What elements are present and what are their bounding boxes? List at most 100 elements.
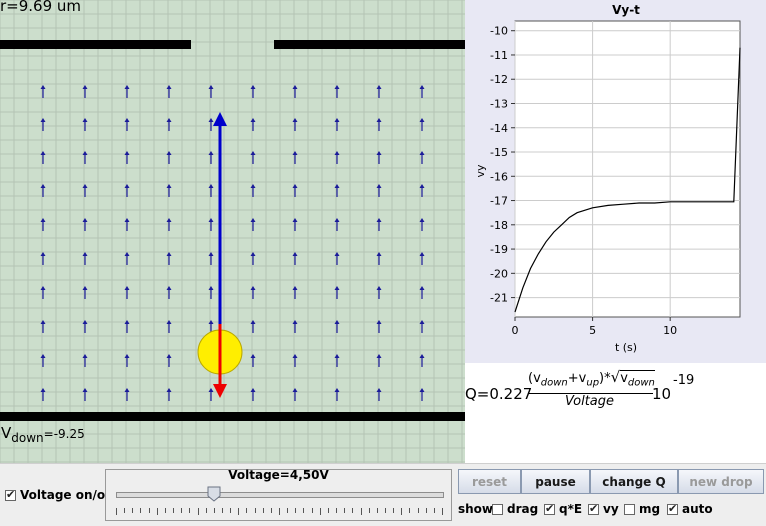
radius-readout: r=9.69 um: [0, 0, 82, 15]
qe-label: q*E: [559, 502, 583, 516]
top-plate-right: [274, 40, 465, 49]
vy-t-chart-panel: Vy-t 0 5 10 -10 -11 -12 -13 -14 -15 -16 -17 -18 -19 -…: [465, 0, 766, 363]
slider-tick: [352, 508, 354, 513]
plot-area: [514, 20, 741, 318]
slider-tick: [417, 508, 419, 513]
voltage-toggle-checkbox[interactable]: [5, 488, 16, 501]
slider-tick: [433, 508, 435, 513]
num-v-down: v: [533, 371, 541, 386]
voltage-slider-panel: Voltage=4,50V: [105, 468, 452, 521]
slider-tick: [319, 508, 321, 515]
slider-tick: [376, 508, 378, 513]
slider-thumb-shape: [207, 486, 221, 502]
slider-tick: [311, 508, 313, 513]
y-tick-label: -17: [490, 195, 508, 208]
vdown-readout: Vdown=-9.25: [1, 424, 85, 445]
y-tick-label: -15: [490, 146, 508, 159]
slider-tick: [336, 508, 338, 513]
voltage-toggle-label: Voltage on/off: [20, 488, 115, 502]
sqrt-body: vdown: [620, 370, 655, 389]
slider-tick: [327, 508, 329, 513]
y-tick-label: -10: [490, 25, 508, 38]
voltage-slider-label: Voltage=4,50V: [228, 468, 329, 482]
top-plate-left: [0, 40, 191, 49]
simulation-canvas[interactable]: [0, 0, 465, 463]
num-sub-up: up: [586, 377, 600, 389]
chart-title: Vy-t: [612, 3, 640, 17]
formula-denominator: Voltage: [565, 394, 615, 409]
slider-tick: [425, 508, 427, 513]
slider-tick: [303, 508, 305, 513]
y-tick-label: -21: [490, 292, 508, 305]
new-drop-button[interactable]: new drop: [678, 469, 764, 494]
option-qe[interactable]: q*E: [544, 502, 582, 516]
vdown-value: =-9.25: [43, 427, 85, 441]
formula-numerator: (vdown+vup)*√vdown: [528, 368, 655, 389]
y-tick-label: -18: [490, 219, 508, 232]
charge-formula: Q=0.227 (vdown+vup)*√vdown Voltage 10 -1…: [465, 363, 766, 463]
y-tick-label: -13: [490, 97, 508, 110]
bottom-plate: [0, 412, 465, 421]
x-tick-label: 0: [512, 324, 519, 337]
sqrt-v: v: [620, 371, 628, 386]
slider-tick: [156, 508, 158, 515]
slider-tick: [116, 508, 117, 515]
voltage-toggle[interactable]: Voltage on/off: [5, 488, 115, 502]
slider-tick: [295, 508, 297, 513]
drag-checkbox[interactable]: [492, 503, 503, 515]
x-tick-label: 10: [663, 324, 677, 337]
option-vy[interactable]: vy: [588, 502, 619, 516]
slider-tick: [442, 508, 443, 515]
slider-track[interactable]: [116, 492, 444, 498]
mg-label: mg: [639, 502, 661, 516]
auto-label: auto: [682, 502, 713, 516]
slider-tick: [279, 508, 280, 515]
auto-checkbox[interactable]: [667, 502, 678, 515]
slider-tick: [173, 508, 175, 513]
slider-tick: [221, 508, 223, 513]
slider-tick: [124, 508, 126, 513]
slider-tick: [181, 508, 183, 513]
x-axis-label: t (s): [615, 341, 637, 354]
y-tick-label: -14: [490, 122, 508, 135]
slider-ticks: [116, 508, 443, 515]
slider-tick: [189, 508, 191, 513]
slider-tick: [132, 508, 134, 513]
num-close: )*: [599, 371, 611, 386]
qe-checkbox[interactable]: [544, 502, 555, 515]
slider-tick: [230, 508, 232, 513]
slider-tick: [393, 508, 395, 513]
slider-tick: [164, 508, 166, 513]
formula-exponent: -19: [673, 373, 695, 388]
reset-button[interactable]: reset: [458, 469, 521, 494]
vy-checkbox[interactable]: [588, 502, 599, 515]
change-q-button[interactable]: change Q: [590, 469, 678, 494]
slider-tick: [238, 508, 240, 515]
slider-thumb[interactable]: [207, 486, 221, 502]
slider-tick: [254, 508, 256, 513]
slider-tick: [246, 508, 248, 513]
option-mg[interactable]: mg: [624, 502, 660, 516]
slider-tick: [213, 508, 215, 513]
formula-base: 10: [652, 385, 672, 403]
pause-button[interactable]: pause: [521, 469, 590, 494]
slider-tick: [360, 508, 362, 515]
vy-t-chart: Vy-t 0 5 10 -10 -11 -12 -13 -14 -15 -16 -17 -18 -19 -…: [474, 3, 741, 354]
slider-tick: [205, 508, 207, 513]
slider-tick: [368, 508, 370, 513]
slider-tick: [140, 508, 142, 513]
mg-checkbox[interactable]: [624, 503, 635, 515]
slider-tick: [401, 508, 403, 515]
control-bar: Voltage on/off Voltage=4,50V reset pause…: [0, 463, 766, 526]
slider-tick: [409, 508, 411, 513]
y-tick-label: -20: [490, 267, 508, 280]
y-tick-label: -11: [490, 49, 508, 62]
slider-tick: [287, 508, 289, 513]
simulation-area[interactable]: r=9.69 um Vdown=-9.25: [0, 0, 465, 463]
show-label: show: [458, 502, 494, 516]
option-drag[interactable]: drag: [492, 502, 538, 516]
y-axis-label: vy: [474, 164, 487, 178]
option-auto[interactable]: auto: [667, 502, 713, 516]
x-tick-label: 5: [589, 324, 596, 337]
y-tick-label: -19: [490, 243, 508, 256]
